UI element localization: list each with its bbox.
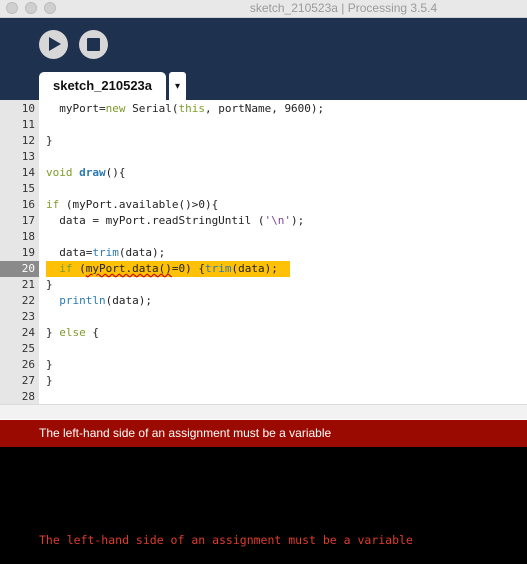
tab-menu-button[interactable]: ▾ [169, 72, 186, 100]
play-icon [49, 37, 61, 51]
line-number: 22 [21, 294, 35, 307]
code-text: } [46, 278, 53, 291]
code-line: 24 } else { [0, 325, 527, 341]
code-line: 17 data = myPort.readStringUntil ('\n'); [0, 213, 527, 229]
code-line: 27 } [0, 373, 527, 389]
chevron-down-icon: ▾ [174, 81, 181, 92]
line-number: 25 [21, 342, 35, 355]
status-message: The left-hand side of an assignment must… [39, 426, 332, 440]
code-line: 19 data=trim(data); [0, 245, 527, 261]
code-line-error: 20 if (myPort.data()=0) {trim(data); [0, 261, 527, 277]
code-text: myPort=new Serial(this, portName, 9600); [46, 102, 325, 115]
line-number: 14 [21, 166, 35, 179]
code-text: println(data); [59, 294, 152, 307]
line-number: 15 [21, 182, 35, 195]
run-button[interactable] [39, 30, 68, 59]
line-number: 23 [21, 310, 35, 323]
code-text: data = myPort.readStringUntil ('\n'); [46, 214, 305, 227]
code-text: } [46, 374, 53, 387]
code-text: } [46, 134, 53, 147]
toolbar: sketch_210523a ▾ [0, 18, 527, 100]
code-text: } else { [46, 326, 99, 339]
code-line: 26 } [0, 357, 527, 373]
line-number: 20 [21, 262, 35, 275]
code-line: 15 [0, 181, 527, 197]
code-line: 22 println(data); [0, 293, 527, 309]
code-line: 10 myPort=new Serial(this, portName, 960… [0, 101, 527, 117]
code-line: 23 [0, 309, 527, 325]
line-number: 26 [21, 358, 35, 371]
line-number: 19 [21, 246, 35, 259]
line-number: 17 [21, 214, 35, 227]
code-line: 16 if (myPort.available()>0){ [0, 197, 527, 213]
pane-divider[interactable] [0, 404, 527, 419]
console[interactable]: The left-hand side of an assignment must… [0, 447, 527, 564]
code-text: } [46, 358, 53, 371]
line-number: 10 [21, 102, 35, 115]
error-status-bar: The left-hand side of an assignment must… [0, 420, 527, 447]
code-line: 18 [0, 229, 527, 245]
code-line: 11 [0, 117, 527, 133]
code-line: 12 } [0, 133, 527, 149]
line-number: 11 [21, 118, 35, 131]
code-line: 28 [0, 389, 527, 404]
code-editor[interactable]: 10 myPort=new Serial(this, portName, 960… [0, 100, 527, 404]
code-line: 14 void draw(){ [0, 165, 527, 181]
tab-sketch[interactable]: sketch_210523a [39, 72, 166, 100]
console-error-message: The left-hand side of an assignment must… [39, 533, 413, 547]
code-text: if (myPort.available()>0){ [46, 198, 219, 211]
stop-button[interactable] [79, 30, 108, 59]
code-text: if (myPort.data()=0) {trim(data); [59, 262, 278, 275]
code-line: 25 [0, 341, 527, 357]
window-title: sketch_210523a | Processing 3.5.4 [249, 1, 438, 15]
code-text: void draw(){ [46, 166, 126, 179]
code-text: data=trim(data); [46, 246, 166, 259]
line-number: 27 [21, 374, 35, 387]
line-number: 21 [21, 278, 35, 291]
line-number: 13 [21, 150, 35, 163]
stop-icon [87, 38, 100, 51]
code-line: 13 [0, 149, 527, 165]
code-line: 21 } [0, 277, 527, 293]
line-number: 18 [21, 230, 35, 243]
line-number: 16 [21, 198, 35, 211]
line-number: 12 [21, 134, 35, 147]
title-bar: sketch_210523a | Processing 3.5.4 [0, 0, 527, 18]
line-number: 24 [21, 326, 35, 339]
line-number: 28 [21, 390, 35, 403]
